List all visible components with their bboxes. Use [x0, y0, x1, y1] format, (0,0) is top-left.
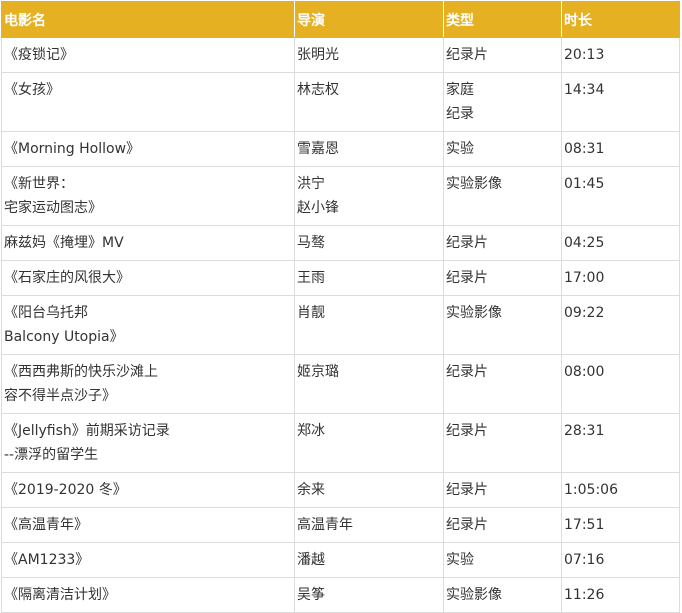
cell-title: 《女孩》 — [1, 72, 295, 132]
table-row: 《2019-2020 冬》 余来 纪录片 1:05:06 — [1, 472, 680, 508]
table-row: 《Jellyfish》前期采访记录 --漂浮的留学生 郑冰 纪录片 28:31 — [1, 413, 680, 473]
cell-genre: 实验 — [443, 131, 562, 167]
cell-duration: 14:34 — [561, 72, 680, 132]
cell-director: 张明光 — [294, 37, 444, 73]
cell-title: 麻兹妈《掩埋》MV — [1, 225, 295, 261]
cell-director: 雪嘉恩 — [294, 131, 444, 167]
cell-title: 《Jellyfish》前期采访记录 --漂浮的留学生 — [1, 413, 295, 473]
cell-title: 《西西弗斯的快乐沙滩上 容不得半点沙子》 — [1, 354, 295, 414]
cell-director: 肖靓 — [294, 295, 444, 355]
table-row: 《阳台乌托邦 Balcony Utopia》 肖靓 实验影像 09:22 — [1, 295, 680, 355]
column-header-duration: 时长 — [561, 1, 680, 38]
cell-duration: 08:00 — [561, 354, 680, 414]
cell-director: 王雨 — [294, 260, 444, 296]
table-row: 《高温青年》 高温青年 纪录片 17:51 — [1, 507, 680, 543]
cell-duration: 1:05:06 — [561, 472, 680, 508]
cell-genre: 纪录片 — [443, 507, 562, 543]
column-header-title: 电影名 — [1, 1, 295, 38]
table-row: 《Morning Hollow》 雪嘉恩 实验 08:31 — [1, 131, 680, 167]
cell-duration: 07:16 — [561, 542, 680, 578]
cell-duration: 01:45 — [561, 166, 680, 226]
cell-duration: 09:22 — [561, 295, 680, 355]
cell-title: 《疫锁记》 — [1, 37, 295, 73]
cell-genre: 实验影像 — [443, 166, 562, 226]
cell-duration: 11:26 — [561, 577, 680, 613]
column-header-genre: 类型 — [443, 1, 562, 38]
table-row: 《女孩》 林志权 家庭 纪录 14:34 — [1, 72, 680, 132]
cell-director: 林志权 — [294, 72, 444, 132]
cell-director: 马骜 — [294, 225, 444, 261]
cell-title: 《石家庄的风很大》 — [1, 260, 295, 296]
cell-duration: 17:00 — [561, 260, 680, 296]
cell-director: 余来 — [294, 472, 444, 508]
cell-duration: 28:31 — [561, 413, 680, 473]
cell-title: 《AM1233》 — [1, 542, 295, 578]
cell-genre: 纪录片 — [443, 472, 562, 508]
cell-title: 《新世界： 宅家运动图志》 — [1, 166, 295, 226]
cell-genre: 实验影像 — [443, 577, 562, 613]
cell-director: 潘越 — [294, 542, 444, 578]
cell-title: 《Morning Hollow》 — [1, 131, 295, 167]
film-table: 电影名 导演 类型 时长 《疫锁记》 张明光 纪录片 20:13 《女孩》 林志… — [1, 1, 680, 613]
table-row: 《新世界： 宅家运动图志》 洪宁 赵小锋 实验影像 01:45 — [1, 166, 680, 226]
table-row: 《疫锁记》 张明光 纪录片 20:13 — [1, 37, 680, 73]
table-row: 《石家庄的风很大》 王雨 纪录片 17:00 — [1, 260, 680, 296]
cell-title: 《阳台乌托邦 Balcony Utopia》 — [1, 295, 295, 355]
cell-genre: 纪录片 — [443, 413, 562, 473]
cell-genre: 实验影像 — [443, 295, 562, 355]
table-row: 《AM1233》 潘越 实验 07:16 — [1, 542, 680, 578]
cell-duration: 20:13 — [561, 37, 680, 73]
table-row: 麻兹妈《掩埋》MV 马骜 纪录片 04:25 — [1, 225, 680, 261]
cell-director: 高温青年 — [294, 507, 444, 543]
cell-director: 洪宁 赵小锋 — [294, 166, 444, 226]
column-header-director: 导演 — [294, 1, 444, 38]
film-table-container: 电影名 导演 类型 时长 《疫锁记》 张明光 纪录片 20:13 《女孩》 林志… — [1, 1, 680, 613]
cell-genre: 纪录片 — [443, 37, 562, 73]
cell-duration: 17:51 — [561, 507, 680, 543]
cell-duration: 04:25 — [561, 225, 680, 261]
cell-genre: 纪录片 — [443, 225, 562, 261]
cell-title: 《隔离清洁计划》 — [1, 577, 295, 613]
table-row: 《西西弗斯的快乐沙滩上 容不得半点沙子》 姬京璐 纪录片 08:00 — [1, 354, 680, 414]
cell-title: 《高温青年》 — [1, 507, 295, 543]
cell-title: 《2019-2020 冬》 — [1, 472, 295, 508]
cell-genre: 实验 — [443, 542, 562, 578]
cell-duration: 08:31 — [561, 131, 680, 167]
cell-genre: 纪录片 — [443, 354, 562, 414]
cell-director: 姬京璐 — [294, 354, 444, 414]
cell-genre: 家庭 纪录 — [443, 72, 562, 132]
table-header-row: 电影名 导演 类型 时长 — [1, 1, 680, 38]
cell-director: 吴筝 — [294, 577, 444, 613]
table-row: 《隔离清洁计划》 吴筝 实验影像 11:26 — [1, 577, 680, 613]
cell-director: 郑冰 — [294, 413, 444, 473]
cell-genre: 纪录片 — [443, 260, 562, 296]
